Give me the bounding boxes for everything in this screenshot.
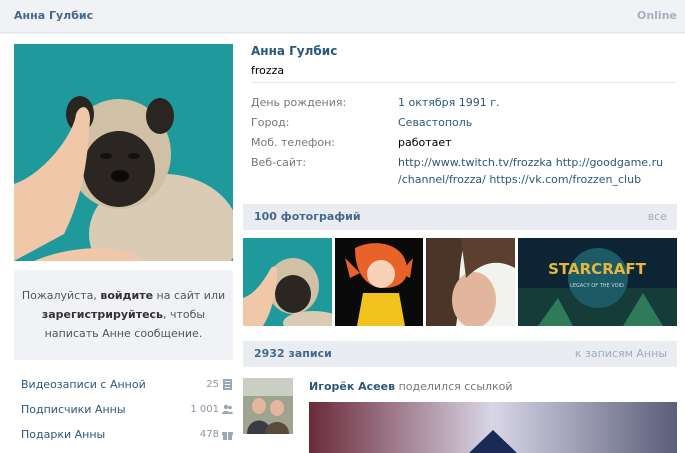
login-prompt: Пожалуйста, войдите на сайт или зарегист… [14, 270, 233, 360]
wall-header[interactable]: 2932 записи к записям Анны [243, 341, 677, 367]
website-value[interactable]: http://www.twitch.tv/frozzka http://good… [398, 154, 678, 188]
photo-thumb[interactable] [243, 238, 332, 326]
videos-count: 25 [206, 379, 219, 390]
photo-strip: STARCRAFT LEGACY OF THE VOID [243, 238, 677, 326]
followers-count: 1 001 [190, 404, 219, 415]
divider [251, 82, 676, 83]
profile-status: frozza [251, 64, 285, 77]
profile-name: Анна Гулбис [251, 44, 338, 58]
photos-header[interactable]: 100 фотографий все [243, 204, 677, 230]
photo-thumb[interactable] [426, 238, 515, 326]
followers-link[interactable]: Подписчики Анны 1 001 [14, 397, 233, 422]
gifts-link[interactable]: Подарки Анны 478 [14, 422, 233, 447]
photo-thumb[interactable]: STARCRAFT LEGACY OF THE VOID [518, 238, 677, 326]
post-author-avatar[interactable] [243, 378, 293, 434]
header-name[interactable]: Анна Гулбис [14, 9, 93, 22]
login-text-4: написать Анне сообщение. [44, 327, 203, 340]
login-link[interactable]: войдите [100, 289, 153, 302]
post-action: поделился ссылкой [398, 380, 513, 393]
photo-thumb[interactable] [335, 238, 423, 326]
gifts-count: 478 [199, 429, 219, 440]
top-bar: Анна Гулбис Online [0, 0, 685, 33]
login-text-1: Пожалуйста, [21, 289, 101, 302]
photos-title[interactable]: 100 фотографий [254, 210, 361, 223]
post-header: Игорёк Асеев поделился ссылкой [309, 380, 513, 393]
svg-text:STARCRAFT: STARCRAFT [548, 260, 646, 278]
wall-title[interactable]: 2932 записи [254, 347, 332, 360]
profile-avatar[interactable] [14, 44, 233, 261]
post-author-name[interactable]: Игорёк Асеев [309, 380, 395, 393]
svg-text:LEGACY OF THE VOID: LEGACY OF THE VOID [570, 283, 624, 289]
gifts-link-label: Подарки Анны [21, 428, 106, 441]
photos-all-link[interactable]: все [648, 210, 667, 223]
city-value[interactable]: Севастополь [398, 114, 678, 131]
info-label: Моб. телефон: [251, 136, 336, 149]
info-label: Город: [251, 116, 290, 129]
register-link[interactable]: зарегистрируйтесь [42, 308, 163, 321]
gift-icon [222, 432, 233, 440]
followers-link-label: Подписчики Анны [21, 403, 126, 416]
info-website: Веб-сайт: http://www.twitch.tv/frozzka h… [251, 154, 676, 190]
login-text-2: на сайт или [153, 289, 226, 302]
videos-link[interactable]: Видеозаписи с Анной 25 [14, 372, 233, 397]
login-text-3: , чтобы [163, 308, 206, 321]
profile-content: Пожалуйста, войдите на сайт или зарегист… [0, 34, 685, 453]
videos-link-label: Видеозаписи с Анной [21, 378, 146, 391]
phone-value: работает [398, 136, 452, 149]
info-label: День рождения: [251, 96, 347, 109]
video-icon [223, 379, 232, 390]
birthday-value[interactable]: 1 октября 1991 г. [398, 94, 678, 111]
post-image[interactable] [309, 402, 677, 453]
wall-all-link[interactable]: к записям Анны [575, 347, 667, 360]
followers-icon [222, 404, 233, 414]
info-label: Веб-сайт: [251, 156, 307, 169]
left-links: Видеозаписи с Анной 25 Подписчики Анны 1… [14, 372, 233, 447]
online-status: Online [636, 9, 677, 22]
